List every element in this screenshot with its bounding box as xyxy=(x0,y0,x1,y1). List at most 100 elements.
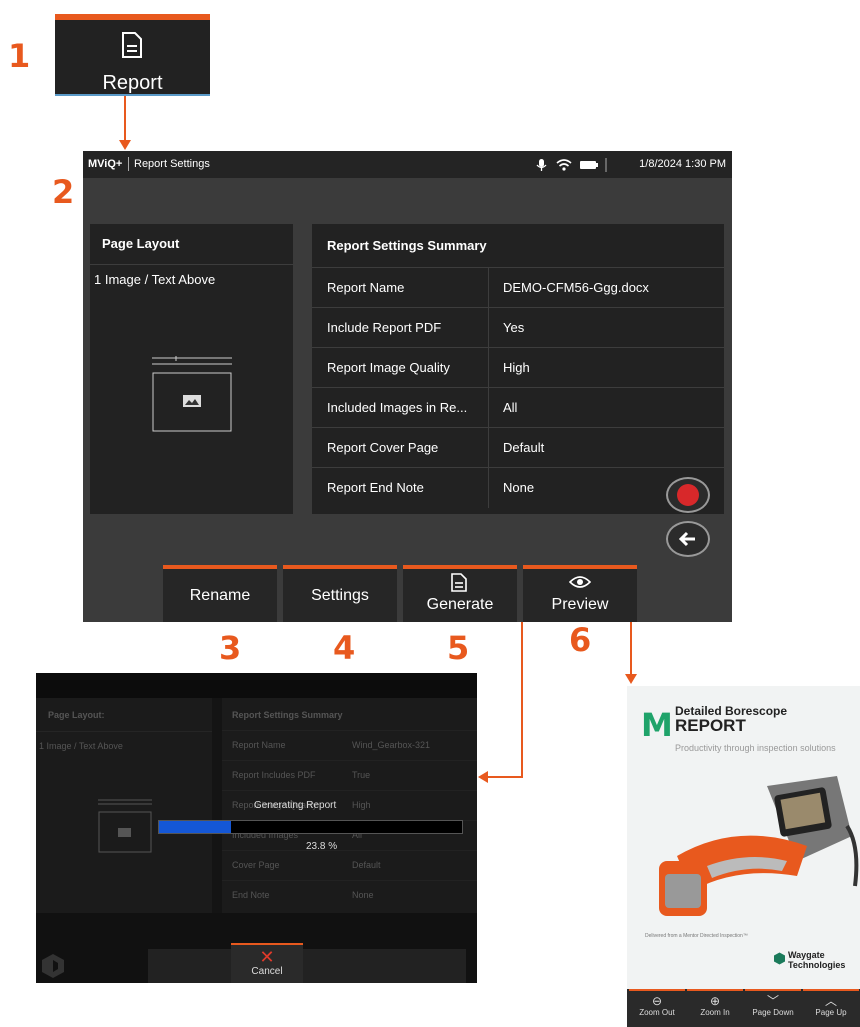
summary-row: Report Name Wind_Gearbox-321 xyxy=(222,730,477,761)
summary-row-report-name[interactable]: Report Name DEMO-CFM56-Ggg.docx xyxy=(312,267,724,308)
close-icon: ✕ xyxy=(259,947,275,967)
generate-button[interactable]: Generate xyxy=(403,565,517,622)
button-tray xyxy=(148,949,466,983)
page-up-button[interactable]: ︿ Page Up xyxy=(803,989,859,1027)
arrowhead-left-icon xyxy=(478,771,488,783)
page-layout-panel[interactable]: Page Layout 1 Image / Text Above xyxy=(90,224,293,514)
eye-icon xyxy=(568,575,592,594)
status-separator xyxy=(128,157,129,171)
row-value: High xyxy=(352,800,371,810)
arrow-generate-line-horizontal xyxy=(488,776,523,778)
cover-delivered-note: Delivered from a Mentor Directed Inspect… xyxy=(645,933,748,939)
generating-report-screen: Page Layout: 1 Image / Text Above Report… xyxy=(36,673,477,983)
zoom-out-button[interactable]: ⊖ Zoom Out xyxy=(629,989,685,1027)
page-layout-value: 1 Image / Text Above xyxy=(39,741,123,751)
settings-button[interactable]: Settings xyxy=(283,565,397,622)
summary-row-included-images[interactable]: Included Images in Re... All xyxy=(312,387,724,428)
status-bar xyxy=(36,673,477,698)
row-value: Wind_Gearbox-321 xyxy=(352,740,431,750)
layout-thumbnail-icon xyxy=(152,356,232,437)
chevron-up-icon: ︿ xyxy=(824,994,837,1008)
progress-percent: 23.8 % xyxy=(306,841,338,852)
zoom-in-icon: ⊕ xyxy=(709,994,721,1008)
zoom-out-label: Zoom Out xyxy=(639,1008,675,1017)
brand-line2: Technologies xyxy=(788,960,846,970)
rename-button[interactable]: Rename xyxy=(163,565,277,622)
document-icon xyxy=(121,32,143,63)
summary-header: Report Settings Summary xyxy=(327,238,487,253)
row-value: All xyxy=(503,400,518,415)
summary-row: End Note None xyxy=(222,880,477,911)
status-bar: MViQ+ Report Settings 1/8/2024 1:30 PM xyxy=(83,151,732,178)
page-up-label: Page Up xyxy=(815,1008,847,1017)
report-button[interactable]: Report xyxy=(55,14,210,96)
report-cover-preview: M Detailed Borescope REPORT Productivity… xyxy=(627,686,860,1027)
arrow-report-to-settings xyxy=(124,96,126,140)
row-label: Report Image Quality xyxy=(327,360,450,375)
row-label: Report End Note xyxy=(327,480,424,495)
divider xyxy=(488,428,489,468)
step-number-1: 1 xyxy=(8,37,31,75)
report-button-underline xyxy=(55,94,210,96)
step-number-3: 3 xyxy=(219,629,242,667)
battery-icon xyxy=(580,161,598,169)
step-number-6: 6 xyxy=(569,621,592,659)
preview-button[interactable]: Preview xyxy=(523,565,637,622)
zoom-in-button[interactable]: ⊕ Zoom In xyxy=(687,989,743,1027)
cover-subtitle: Productivity through inspection solution… xyxy=(675,743,836,753)
progress-bar xyxy=(158,820,463,834)
step-number-2: 2 xyxy=(52,173,75,211)
row-label: Report Cover Page xyxy=(327,440,439,455)
document-icon xyxy=(451,573,467,597)
microphone-icon xyxy=(536,159,547,171)
summary-row-end-note[interactable]: Report End Note None xyxy=(312,467,724,508)
page-layout-value: 1 Image / Text Above xyxy=(94,272,216,287)
waygate-logo-icon xyxy=(773,952,786,970)
row-value: Yes xyxy=(503,320,525,335)
row-label: End Note xyxy=(232,890,270,900)
borescope-device-image xyxy=(647,766,860,931)
summary-header: Report Settings Summary xyxy=(232,710,343,720)
cover-brand: Waygate Technologies xyxy=(788,950,845,970)
row-value: DEMO-CFM56-Ggg.docx xyxy=(503,280,649,295)
divider xyxy=(488,388,489,428)
record-icon xyxy=(677,484,699,506)
screen-title: Report Settings xyxy=(134,158,210,170)
generate-label: Generate xyxy=(426,596,494,613)
row-value: High xyxy=(503,360,530,375)
arrow-generate-line-vertical xyxy=(521,622,523,777)
row-label: Report Name xyxy=(327,280,405,295)
back-button[interactable] xyxy=(666,521,710,557)
cancel-button[interactable]: ✕ Cancel xyxy=(231,943,303,983)
summary-row-include-pdf[interactable]: Include Report PDF Yes xyxy=(312,307,724,348)
step-number-4: 4 xyxy=(333,629,356,667)
divider xyxy=(488,308,489,348)
summary-row-cover-page[interactable]: Report Cover Page Default xyxy=(312,427,724,468)
preview-label: Preview xyxy=(551,596,609,613)
divider xyxy=(36,731,212,732)
chevron-down-icon: ﹀ xyxy=(766,994,779,1008)
page-down-button[interactable]: ﹀ Page Down xyxy=(745,989,801,1027)
row-label: Include Report PDF xyxy=(327,320,442,335)
back-arrow-icon xyxy=(678,530,698,552)
report-settings-summary: Report Settings Summary Report Name DEMO-… xyxy=(312,224,724,514)
row-value: True xyxy=(352,770,371,780)
row-label: Report Includes PDF xyxy=(232,770,316,780)
report-settings-screen: MViQ+ Report Settings 1/8/2024 1:30 PM P… xyxy=(83,151,732,622)
step-number-5: 5 xyxy=(447,629,470,667)
progress-title: Generating Report xyxy=(254,800,337,811)
row-value: None xyxy=(352,890,374,900)
record-button[interactable] xyxy=(666,477,710,513)
divider xyxy=(488,468,489,508)
progress-bar-fill xyxy=(159,821,232,833)
row-value: None xyxy=(503,480,535,495)
cover-title-line2: REPORT xyxy=(675,716,746,735)
summary-row: Report Includes PDF True xyxy=(222,760,477,791)
arrow-preview-line xyxy=(630,622,632,674)
summary-row-image-quality[interactable]: Report Image Quality High xyxy=(312,347,724,388)
row-label: Report Name xyxy=(232,740,286,750)
brand-line1: Waygate xyxy=(788,950,825,960)
cancel-label: Cancel xyxy=(251,966,283,977)
wifi-icon xyxy=(556,159,572,171)
status-icons xyxy=(535,157,615,176)
